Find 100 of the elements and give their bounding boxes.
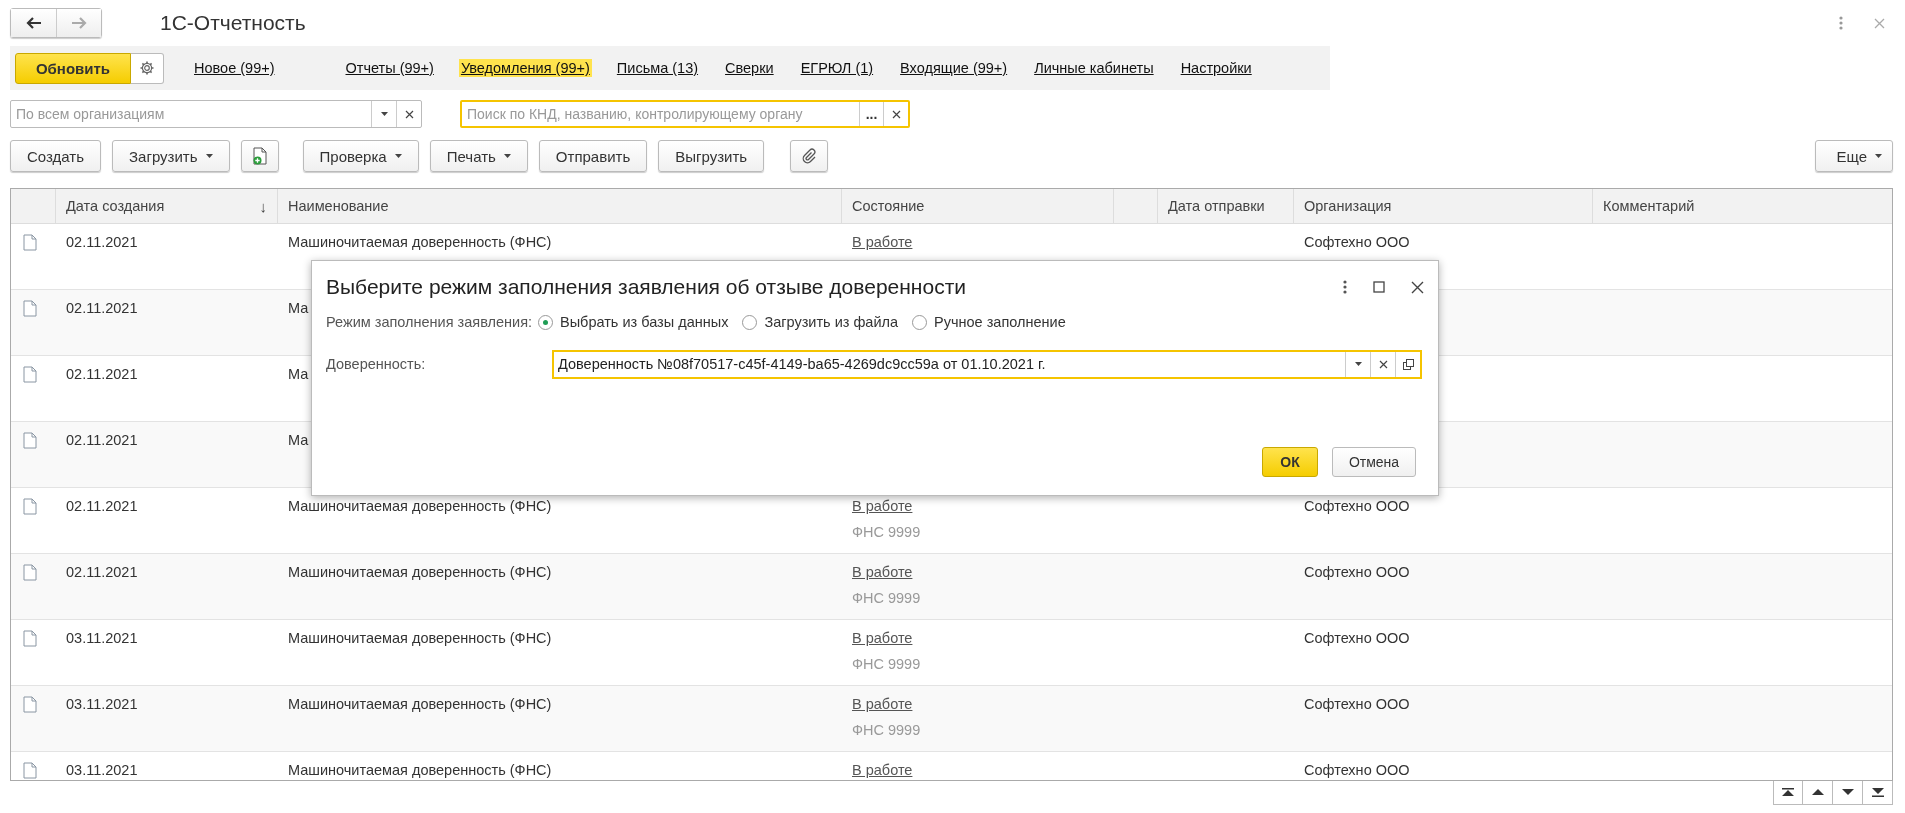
radio-option[interactable]: Ручное заполнение [912, 314, 1066, 330]
nav-link[interactable]: Уведомления (99+) [458, 59, 592, 77]
attach-button[interactable] [790, 140, 829, 172]
table-cell: Машиночитаемая доверенность (ФНС) [288, 696, 552, 712]
table-cell: Софтехно ООО [1304, 630, 1410, 646]
table-cell: Машиночитаемая доверенность (ФНС) [288, 630, 552, 646]
column-header[interactable]: Состояние [852, 198, 925, 214]
column-header[interactable]: Комментарий [1603, 198, 1695, 214]
dialog-title: Выберите режим заполнения заявления об отзыве доверенности [326, 275, 966, 299]
cancel-button[interactable]: Отмена [1332, 447, 1416, 477]
table-cell: ФНС 9999 [852, 722, 921, 738]
nav-link[interactable]: Письма (13) [614, 59, 701, 77]
power-of-attorney-field[interactable]: Доверенность №08f70517-c45f-4149-ba65-4269dc9cc59a от 01.10.2021 г. [552, 349, 1422, 379]
menu-button[interactable]: Проверка [302, 140, 419, 172]
document-icon [23, 762, 37, 779]
caret-icon [205, 154, 213, 158]
document-icon [23, 432, 37, 449]
toolbar-button[interactable]: Отправить [538, 140, 648, 172]
table-cell: 02.11.2021 [66, 498, 138, 514]
mode-label: Режим заполнения заявления: [326, 314, 532, 330]
column-header[interactable]: Дата создания [66, 198, 165, 214]
radio-option[interactable]: Выбрать из базы данных [538, 314, 729, 330]
status-link[interactable]: В работе [852, 630, 913, 646]
clear-icon [1378, 359, 1388, 369]
table-cell: ФНС 9999 [852, 524, 921, 540]
more-icon[interactable] [1343, 280, 1347, 294]
clear-icon [404, 109, 414, 119]
forward-arrow-icon [71, 17, 87, 29]
status-link[interactable]: В работе [852, 498, 913, 514]
radio-option[interactable]: Загрузить из файла [742, 314, 899, 330]
document-icon [23, 366, 37, 383]
document-icon [23, 564, 37, 581]
clear-icon [891, 109, 901, 119]
menu-button[interactable]: Печать [429, 140, 528, 172]
caret-icon [1875, 154, 1882, 158]
table-cell: ФНС 9999 [852, 656, 921, 672]
table-cell: ФНС 9999 [852, 590, 921, 606]
down-arrow-icon [1841, 789, 1854, 796]
column-header[interactable]: Организация [1304, 198, 1392, 214]
nav-link[interactable]: Настройки [1178, 59, 1254, 77]
more-button[interactable]: Еще [1815, 140, 1893, 172]
sort-arrow[interactable]: ↓ [259, 197, 267, 215]
table-cell: Машиночитаемая доверенность (ФНС) [288, 234, 552, 250]
table-cell: Софтехно ООО [1304, 696, 1410, 712]
document-icon [23, 300, 37, 317]
back-button[interactable] [11, 9, 56, 37]
nav-link[interactable]: Отчеты (99+) [343, 59, 436, 77]
nav-link[interactable]: Личные кабинеты [1032, 59, 1156, 77]
table-cell: Софтехно ООО [1304, 234, 1410, 250]
settings-button[interactable] [131, 52, 164, 84]
last-page-icon [1871, 788, 1884, 797]
add-document-button[interactable] [240, 140, 279, 172]
menu-button[interactable]: Загрузить [112, 140, 230, 172]
table-cell: Софтехно ООО [1304, 762, 1410, 778]
next-page-button[interactable] [1833, 781, 1863, 805]
table-cell: 02.11.2021 [66, 432, 138, 448]
column-header[interactable]: Наименование [288, 198, 389, 214]
document-icon [23, 234, 37, 251]
maximize-icon[interactable] [1373, 281, 1385, 293]
toolbar-button[interactable]: Создать [10, 140, 101, 172]
status-link[interactable]: В работе [852, 762, 913, 778]
status-link[interactable]: В работе [852, 564, 913, 580]
select-button[interactable]: ... [859, 102, 883, 126]
close-icon[interactable] [1411, 280, 1424, 294]
document-icon [23, 498, 37, 515]
organization-field[interactable]: По всем организациям [10, 100, 422, 128]
table-cell: 03.11.2021 [66, 696, 138, 712]
nav-link[interactable]: ЕГРЮЛ (1) [798, 59, 876, 77]
first-page-button[interactable] [1773, 781, 1803, 805]
nav-link[interactable]: Сверки [723, 59, 776, 77]
caret-icon [394, 154, 402, 158]
caret-icon [1354, 362, 1362, 366]
table-cell: 02.11.2021 [66, 234, 138, 250]
table-cell: Ма [288, 432, 309, 448]
text-input[interactable]: Поиск по КНД, названию, контролирующему органу [462, 102, 859, 126]
status-link[interactable]: В работе [852, 696, 913, 712]
last-page-button[interactable] [1863, 781, 1893, 805]
document-icon [23, 696, 37, 713]
toolbar-button[interactable]: Выгрузить [658, 140, 765, 172]
column-header[interactable]: Дата отправки [1168, 198, 1265, 214]
text-input[interactable]: По всем организациям [11, 101, 371, 127]
search-field[interactable]: Поиск по КНД, названию, контролирующему органу ... [460, 100, 910, 128]
previous-page-button[interactable] [1803, 781, 1833, 805]
table-cell: Машиночитаемая доверенность (ФНС) [288, 564, 552, 580]
nav-link[interactable]: Входящие (99+) [898, 59, 1010, 77]
document-icon [23, 630, 37, 647]
ok-button[interactable]: ОК [1262, 447, 1318, 477]
table-cell: Софтехно ООО [1304, 498, 1410, 514]
table-cell: Машиночитаемая доверенность (ФНС) [288, 762, 552, 778]
refresh-button[interactable]: Обновить [15, 52, 131, 84]
add-document-icon [252, 147, 267, 165]
table-cell: Машиночитаемая доверенность (ФНС) [288, 498, 552, 514]
caret-icon [380, 112, 388, 116]
back-arrow-icon [25, 17, 42, 29]
table-cell: Ма [288, 300, 309, 316]
caret-icon [503, 154, 511, 158]
status-link[interactable]: В работе [852, 234, 913, 250]
table-cell: 02.11.2021 [66, 366, 138, 382]
nav-link[interactable]: Новое (99+) [192, 59, 277, 77]
table-cell: 02.11.2021 [66, 300, 138, 316]
